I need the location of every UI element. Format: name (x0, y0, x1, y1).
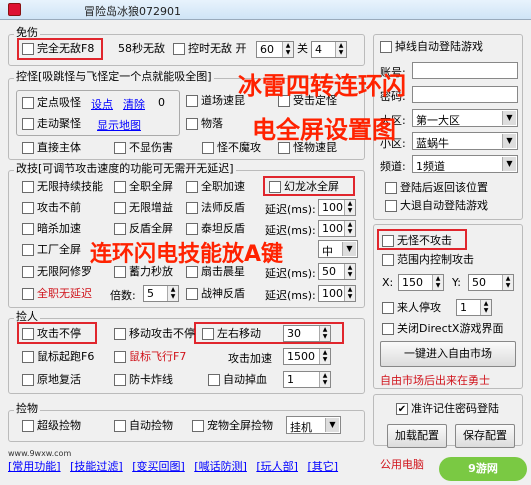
channel-label: 频道: (380, 160, 406, 173)
title-bar: 冒险岛冰狼072901 (0, 0, 531, 20)
fixed-suck-checkbox[interactable]: 定点吸怪 (22, 96, 81, 110)
factory-fullscreen-checkbox[interactable]: 工厂全屏 (22, 243, 81, 257)
war-god-delay-spinner[interactable]: 100 ▲ ▼ (318, 285, 356, 302)
zone-select[interactable]: 第一大区 ▼ (412, 109, 518, 127)
mage-delay-spinner[interactable]: 100 ▲ ▼ (318, 199, 356, 216)
site-watermark: www.9wxw.com (8, 449, 72, 458)
walk-gather-checkbox[interactable]: 走动聚怪 (22, 117, 81, 131)
tab-shout[interactable]: [喊话防测] (194, 460, 247, 473)
save-config-button[interactable]: 保存配置 (455, 424, 515, 448)
no-delay-checkbox[interactable]: 全职无延迟 (22, 287, 92, 301)
tab-other[interactable]: [其它] (307, 460, 338, 473)
dungeon-speed-checkbox[interactable]: 道场速昆 (186, 94, 245, 108)
titan-delay-spinner[interactable]: 100 ▲ ▼ (318, 220, 356, 237)
overlay-caption-2: 电全屏设置图 (252, 116, 396, 144)
super-loot-checkbox[interactable]: 超级捡物 (22, 419, 81, 433)
full-invincible-checkbox[interactable]: 完全无敌F8 (22, 42, 94, 56)
anti-card-checkbox[interactable]: 防卡炸线 (114, 373, 173, 387)
x-label: X: (382, 276, 394, 289)
war-god-reflect-checkbox[interactable]: 战神反盾 (186, 287, 245, 301)
tab-players[interactable]: [玩人部] (256, 460, 298, 473)
close-label: 关 (297, 42, 308, 55)
control-invincible-checkbox[interactable]: 控时无敌 开 (173, 42, 247, 56)
y-spinner[interactable]: 50 ▲ ▼ (468, 274, 514, 291)
channel-select[interactable]: 1频道 ▼ (412, 155, 518, 173)
remember-pwd-checkbox[interactable]: 准许记住密码登陆 (396, 402, 499, 416)
attack-speed-label: 攻击加速 (228, 352, 272, 365)
loot-group-title: 捡物 (14, 402, 40, 415)
show-map-link[interactable]: 显示地图 (97, 117, 141, 133)
overlay-caption-3: 连环闪电技能放A键 (90, 242, 284, 267)
tab-common[interactable]: [常用功能] (8, 460, 61, 473)
mouse-fly-checkbox[interactable]: 鼠标飞行F7 (114, 350, 186, 364)
site-logo: 9游网 (439, 457, 527, 481)
mouse-jump-checkbox[interactable]: 鼠标起跑F6 (22, 350, 94, 364)
monster-group-title: 控怪[吸跳怪与飞怪定一个点就能吸全图] (14, 70, 214, 83)
mage-reflect-checkbox[interactable]: 法师反盾 (186, 201, 245, 215)
infinite-asura-checkbox[interactable]: 无限阿修罗 (22, 265, 92, 279)
overlay-caption-1: 冰雷四转连环闪 (238, 72, 406, 100)
pet-loot-checkbox[interactable]: 宠物全屏捡物 (192, 419, 273, 433)
load-config-button[interactable]: 加载配置 (387, 424, 447, 448)
lr-move-checkbox[interactable]: 左右移动 (202, 327, 261, 341)
infinite-skill-checkbox[interactable]: 无限持续技能 (22, 180, 103, 194)
no-injury-checkbox[interactable]: 不显伤害 (114, 141, 173, 155)
attack-group-title: 改技[可调节攻击速度的功能可无需开无延迟] (14, 162, 236, 175)
auto-loot-checkbox[interactable]: 自动捡物 (114, 419, 173, 433)
hit-main-checkbox[interactable]: 直接主体 (22, 141, 81, 155)
open-time-spinner[interactable]: 60 ▲ ▼ (256, 41, 294, 58)
y-label: Y: (452, 276, 461, 289)
auto-login-checkbox[interactable]: 大退自动登陆游戏 (385, 199, 488, 213)
all-job-fullscreen-checkbox[interactable]: 全职全屏 (114, 180, 173, 194)
reflect-fullscreen-checkbox[interactable]: 反盾全屏 (114, 222, 173, 236)
hang-select[interactable]: 挂机 ▼ (286, 416, 341, 434)
multiplier-label: 倍数: (110, 289, 136, 302)
clear-link[interactable]: 清除 (123, 96, 145, 112)
server-select[interactable]: 蓝蜗牛 ▼ (412, 132, 518, 150)
delay-label: 延迟(ms): (265, 289, 316, 302)
app-icon (8, 3, 21, 16)
attack-no-stop-checkbox[interactable]: 攻击不停 (22, 327, 81, 341)
infinite-buff-checkbox[interactable]: 无限增益 (114, 201, 173, 215)
titan-reflect-checkbox[interactable]: 泰坦反盾 (186, 222, 245, 236)
tab-skill-filter[interactable]: [技能过滤] (70, 460, 123, 473)
tab-buy-return[interactable]: [变买回图] (132, 460, 185, 473)
auto-hp-spinner[interactable]: 1 ▲ ▼ (283, 371, 331, 388)
x-spinner[interactable]: 150 ▲ ▼ (398, 274, 444, 291)
suck-count: 0 (158, 96, 165, 109)
delay-label: 延迟(ms): (265, 203, 316, 216)
attack-no-forward-checkbox[interactable]: 攻击不前 (22, 201, 81, 215)
factory-select[interactable]: 中 ▼ (318, 240, 358, 258)
close-time-spinner[interactable]: 4 ▲ ▼ (311, 41, 347, 58)
assassin-speed-checkbox[interactable]: 暗杀加速 (22, 222, 81, 236)
item-drop-checkbox[interactable]: 物落 (186, 117, 223, 131)
attack-speed-spinner[interactable]: 1500 ▲ ▼ (283, 348, 331, 365)
reconnect-checkbox[interactable]: 掉线自动登陆游戏 (380, 40, 483, 54)
public-pc-label: 公用电脑 (380, 458, 424, 471)
close-directx-checkbox[interactable]: 关闭DirectX游戏界面 (382, 322, 503, 336)
someone-stop-checkbox[interactable]: 来人停攻 (382, 301, 441, 315)
fan-delay-spinner[interactable]: 50 ▲ ▼ (318, 263, 356, 280)
return-pos-checkbox[interactable]: 登陆后返回该位置 (385, 181, 488, 195)
sec58-label: 58秒无敌 (118, 42, 165, 55)
revive-checkbox[interactable]: 原地复活 (22, 373, 81, 387)
account-input[interactable] (412, 62, 518, 79)
window-title: 冒险岛冰狼072901 (84, 5, 181, 18)
range-attack-checkbox[interactable]: 范围内控制攻击 (382, 253, 474, 267)
market-note: 自由市场后出来在勇士 (380, 374, 490, 387)
set-point-link[interactable]: 设点 (91, 96, 113, 112)
all-job-speed-checkbox[interactable]: 全职加速 (186, 180, 245, 194)
auto-hp-checkbox[interactable]: 自动掉血 (208, 373, 267, 387)
someone-spinner[interactable]: 1 ▲ ▼ (456, 299, 492, 316)
multiplier-spinner[interactable]: 5 ▲ ▼ (143, 285, 179, 302)
enter-market-button[interactable]: 一键进入自由市场 (380, 341, 516, 367)
lr-move-spinner[interactable]: 30 ▲ ▼ (283, 325, 331, 342)
no-monster-attack-checkbox[interactable]: 无怪不攻击 (382, 234, 452, 248)
move-attack-checkbox[interactable]: 移动攻击不停 (114, 327, 195, 341)
bottom-tabs: [常用功能] [技能过滤] [变买回图] [喊话防测] [玩人部] [其它] (8, 458, 344, 474)
password-input[interactable] (412, 86, 518, 103)
dragon-ice-fullscreen-checkbox[interactable]: 幻龙冰全屏 (269, 180, 339, 194)
